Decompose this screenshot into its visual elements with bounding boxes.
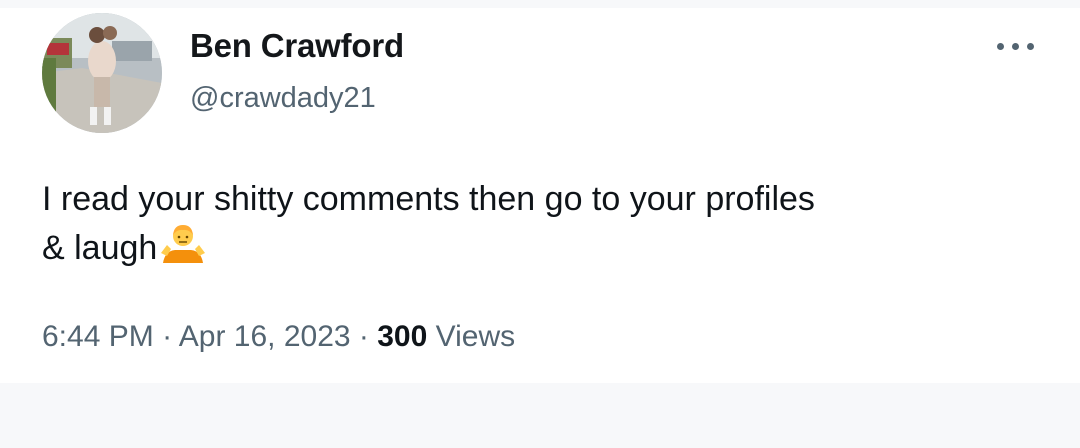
more-horizontal-icon[interactable] xyxy=(992,32,1040,60)
tweet-text: I read your shitty comments then go to y… xyxy=(42,176,1052,280)
person-shrugging-icon xyxy=(159,223,207,280)
tweet-text-line-2: & laugh xyxy=(42,229,158,267)
tweet-card: Ben Crawford @crawdady21 I read your shi… xyxy=(0,8,1080,383)
tweet-metadata: 6:44 PM · Apr 16, 2023 · 300 Views xyxy=(42,318,515,356)
tweet-text-line-1: I read your shitty comments then go to y… xyxy=(42,180,815,218)
author-name[interactable]: Ben Crawford xyxy=(190,26,404,66)
tweet-date[interactable]: Apr 16, 2023 xyxy=(179,320,351,353)
separator: · xyxy=(162,320,173,353)
separator: · xyxy=(358,320,369,353)
avatar[interactable] xyxy=(42,13,162,133)
tweet-time[interactable]: 6:44 PM xyxy=(42,320,154,353)
views-count[interactable]: 300 xyxy=(377,320,427,353)
views-label[interactable]: Views xyxy=(436,320,515,353)
author-handle[interactable]: @crawdady21 xyxy=(190,80,376,116)
